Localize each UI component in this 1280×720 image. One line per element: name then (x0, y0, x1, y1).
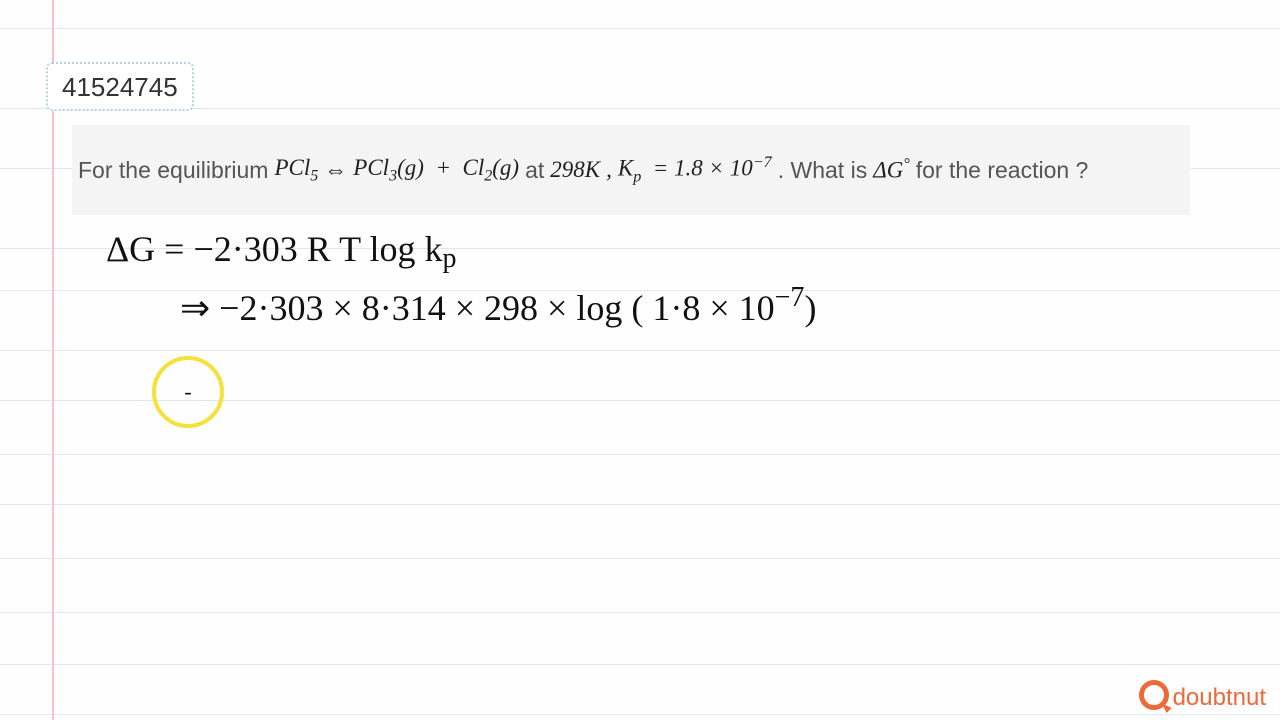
question-text: For the equilibrium PCl5 ⇔ PCl3(g) + Cl2… (72, 125, 1190, 215)
q-pcl5: PCl (274, 155, 310, 180)
brand-logo: doubtnut (1139, 680, 1266, 712)
hw2-end: ) (804, 288, 816, 328)
hw1-sub: p (442, 243, 456, 274)
q-kp-sub: p (633, 168, 641, 185)
handwritten-line-2: ⇒ −2·303 × 8·314 × 298 × log ( 1·8 × 10−… (180, 282, 816, 329)
hw1-text: ΔG = −2·303 R T log k (106, 229, 442, 269)
q-products-highlight: PCl3(g) + Cl2(g) (353, 155, 519, 186)
q-reactant-highlight: PCl5 (274, 155, 318, 186)
q-pcl3-sub: 3 (389, 167, 397, 184)
q-pcl5-sub: 5 (310, 167, 318, 184)
q-whatis: . What is (778, 157, 867, 184)
q-kp-highlight: Kp = 1.8 × 10−7 (618, 154, 772, 186)
q-temp-highlight: 298K (550, 157, 600, 183)
q-kp: K (618, 156, 633, 181)
handwritten-line-1: ΔG = −2·303 R T log kp (106, 228, 456, 275)
q-g1: (g) (397, 155, 424, 180)
hw2-text: ⇒ −2·303 × 8·314 × 298 × log ( 1·8 × 10 (180, 288, 775, 328)
brand-text: doubtnut (1173, 684, 1266, 712)
q-dg: ΔG (873, 158, 903, 183)
ring-mark: - (184, 379, 191, 405)
q-dg-sup: ° (903, 156, 909, 173)
yellow-circle-annotation: - (152, 356, 224, 428)
hw2-sup: −7 (775, 282, 805, 313)
q-arrow: ⇔ (324, 157, 347, 183)
q-comma: , (606, 157, 612, 183)
q-kp-value: = 1.8 × 10 (653, 156, 753, 181)
logo-icon (1139, 680, 1169, 710)
q-at: at (525, 157, 544, 184)
q-prefix: For the equilibrium (78, 157, 268, 184)
q-g2: (g) (492, 155, 519, 180)
q-plus: + (435, 155, 451, 180)
q-cl2: Cl (462, 155, 484, 180)
q-end: for the reaction ? (916, 157, 1089, 184)
question-id-box: 41524745 (46, 62, 194, 111)
q-dg-highlight: ΔG° (873, 156, 910, 184)
q-pcl3: PCl (353, 155, 389, 180)
q-kp-sup: −7 (753, 154, 772, 171)
question-id: 41524745 (62, 72, 178, 102)
